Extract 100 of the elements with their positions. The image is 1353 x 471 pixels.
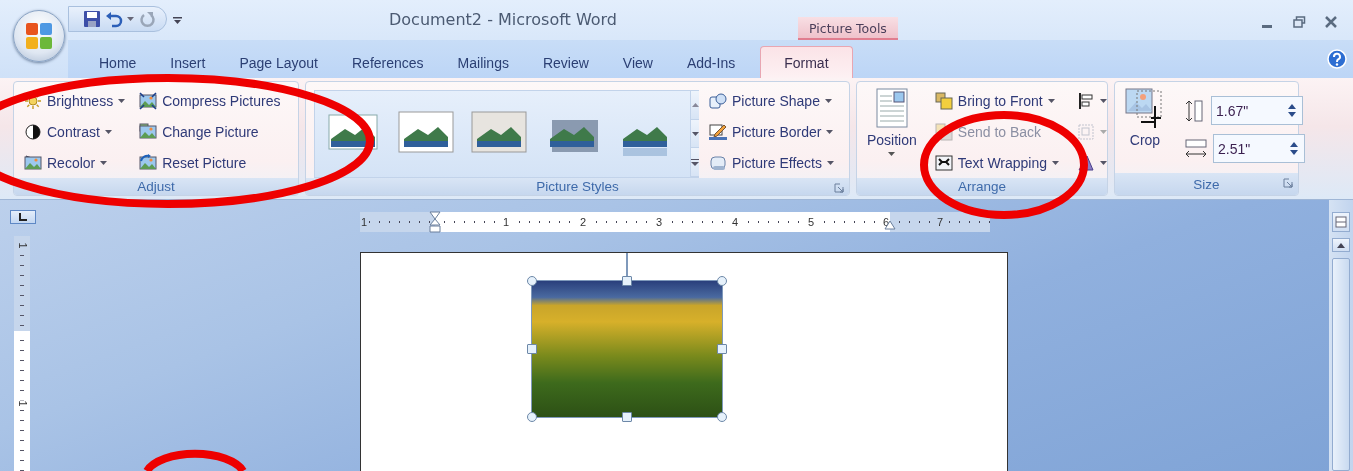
- rounded-square-icon: [709, 154, 727, 172]
- caret-icon: [1100, 99, 1108, 103]
- scroll-up-button[interactable]: [1332, 238, 1350, 252]
- spin-down-button[interactable]: [1290, 150, 1298, 155]
- caret-icon: [826, 130, 834, 134]
- spin-down-button[interactable]: [1288, 112, 1296, 117]
- ribbon-tab[interactable]: Format: [760, 46, 853, 78]
- ribbon-command[interactable]: Text Wrapping: [932, 148, 1062, 178]
- left-tab-icon: [18, 212, 28, 222]
- ribbon-command[interactable]: Reset Picture: [137, 148, 283, 178]
- ribbon-tab[interactable]: Home: [82, 48, 154, 78]
- caret-icon: [827, 161, 834, 165]
- ribbon-command[interactable]: Picture Shape: [707, 86, 836, 116]
- height-field[interactable]: 1.67": [1211, 96, 1303, 125]
- dialog-launcher-button[interactable]: [1283, 178, 1293, 188]
- ribbon-tab[interactable]: References: [335, 48, 441, 78]
- ribbon-command[interactable]: Change Picture: [137, 117, 283, 147]
- caret-icon: [118, 99, 126, 103]
- picture-swap-icon: [139, 123, 158, 141]
- undo-dropdown-button[interactable]: [127, 17, 134, 21]
- caret-icon: [104, 130, 112, 134]
- ribbon-command[interactable]: Brightness: [22, 86, 128, 116]
- back-layers-icon: [934, 123, 953, 141]
- caret-icon: [1100, 130, 1108, 134]
- caret-icon: [1100, 161, 1108, 165]
- caret-icon: [888, 152, 896, 156]
- ribbon-tab[interactable]: Insert: [153, 48, 223, 78]
- paint-picture-icon: [24, 154, 42, 172]
- ribbon-tab[interactable]: Add-Ins: [669, 48, 753, 78]
- customize-toolbar-button[interactable]: [173, 14, 182, 24]
- ruler-number: 1: [16, 242, 28, 249]
- customize-arrow-icon: [173, 14, 182, 24]
- resize-handle[interactable]: [622, 276, 632, 286]
- align-icon: [1077, 92, 1096, 110]
- down-arrow-icon: [691, 131, 699, 136]
- value-input[interactable]: 1.67": [1216, 102, 1276, 119]
- help-button[interactable]: [1327, 49, 1347, 69]
- resize-handle[interactable]: [717, 344, 727, 354]
- office-button[interactable]: [13, 10, 65, 62]
- down-arrow-icon: [1288, 112, 1296, 117]
- value-input[interactable]: 2.51": [1218, 140, 1278, 157]
- split-icon: [1335, 216, 1347, 228]
- picture-reset-icon: [139, 154, 158, 172]
- crop-button[interactable]: Crop: [1123, 86, 1167, 173]
- up-arrow-icon: [1290, 142, 1298, 147]
- ribbon-command[interactable]: Bring to Front: [932, 86, 1062, 116]
- caret-icon: [127, 17, 134, 21]
- caret-icon: [1052, 161, 1060, 165]
- half-circle-icon: [24, 123, 42, 141]
- group-label: Arrange: [958, 179, 1006, 194]
- ruler-number: 7: [935, 216, 945, 228]
- resize-handle[interactable]: [717, 412, 727, 422]
- ruler-number: 3: [654, 216, 663, 228]
- scrollbar-thumb[interactable]: [1332, 258, 1350, 471]
- resize-handle[interactable]: [717, 276, 727, 286]
- ribbon-command[interactable]: Picture Border: [707, 117, 836, 147]
- ribbon-tab[interactable]: Mailings: [440, 48, 526, 78]
- position-button[interactable]: Position: [865, 86, 919, 178]
- help-icon: [1327, 49, 1347, 69]
- width-field[interactable]: 2.51": [1213, 134, 1305, 163]
- gallery-down-button[interactable]: [691, 119, 699, 149]
- resize-handle[interactable]: [527, 276, 537, 286]
- tab-stop-button[interactable]: [10, 210, 36, 224]
- ribbon-command[interactable]: Contrast: [22, 117, 128, 147]
- width-icon: [1185, 138, 1207, 159]
- restore-icon: [1292, 16, 1306, 28]
- crop-icon: [1125, 88, 1165, 128]
- rotation-handle[interactable]: [626, 253, 628, 277]
- ribbon-command[interactable]: Compress Pictures: [137, 86, 283, 116]
- launcher-icon: [834, 183, 844, 193]
- ribbon-tab[interactable]: Review: [525, 48, 606, 78]
- undo-icon: [105, 10, 123, 28]
- resize-handle[interactable]: [622, 412, 632, 422]
- ribbon-tab[interactable]: Page Layout: [222, 48, 335, 78]
- gallery-up-button[interactable]: [691, 91, 699, 120]
- save-button[interactable]: [83, 10, 101, 28]
- shapes-icon: [709, 92, 727, 110]
- ruler-number: 1: [16, 399, 28, 407]
- pencil-icon: [709, 123, 727, 141]
- resize-handle[interactable]: [527, 344, 537, 354]
- indent-marker-icon[interactable]: [429, 211, 441, 233]
- spin-up-button[interactable]: [1290, 142, 1298, 147]
- ribbon-command[interactable]: Picture Effects: [707, 148, 836, 178]
- close-icon: [1325, 16, 1337, 28]
- undo-button[interactable]: [105, 10, 123, 28]
- ruler-number: 1: [501, 216, 510, 228]
- gallery-more-button[interactable]: [691, 148, 699, 177]
- right-indent-marker-icon[interactable]: [884, 220, 896, 230]
- ribbon-command[interactable]: Recolor: [22, 148, 128, 178]
- dialog-launcher-button[interactable]: [834, 183, 844, 193]
- spin-up-button[interactable]: [1288, 104, 1296, 109]
- page-picture-icon: [875, 88, 908, 128]
- resize-handle[interactable]: [527, 412, 537, 422]
- ribbon-tab[interactable]: View: [605, 48, 670, 78]
- down-arrow-icon: [1290, 150, 1298, 155]
- split-view-button[interactable]: [1332, 212, 1350, 232]
- caret-icon: [824, 99, 832, 103]
- ruler-number: 4: [730, 216, 739, 228]
- photo-placeholder[interactable]: [532, 281, 722, 417]
- minimize-icon: [1262, 24, 1272, 28]
